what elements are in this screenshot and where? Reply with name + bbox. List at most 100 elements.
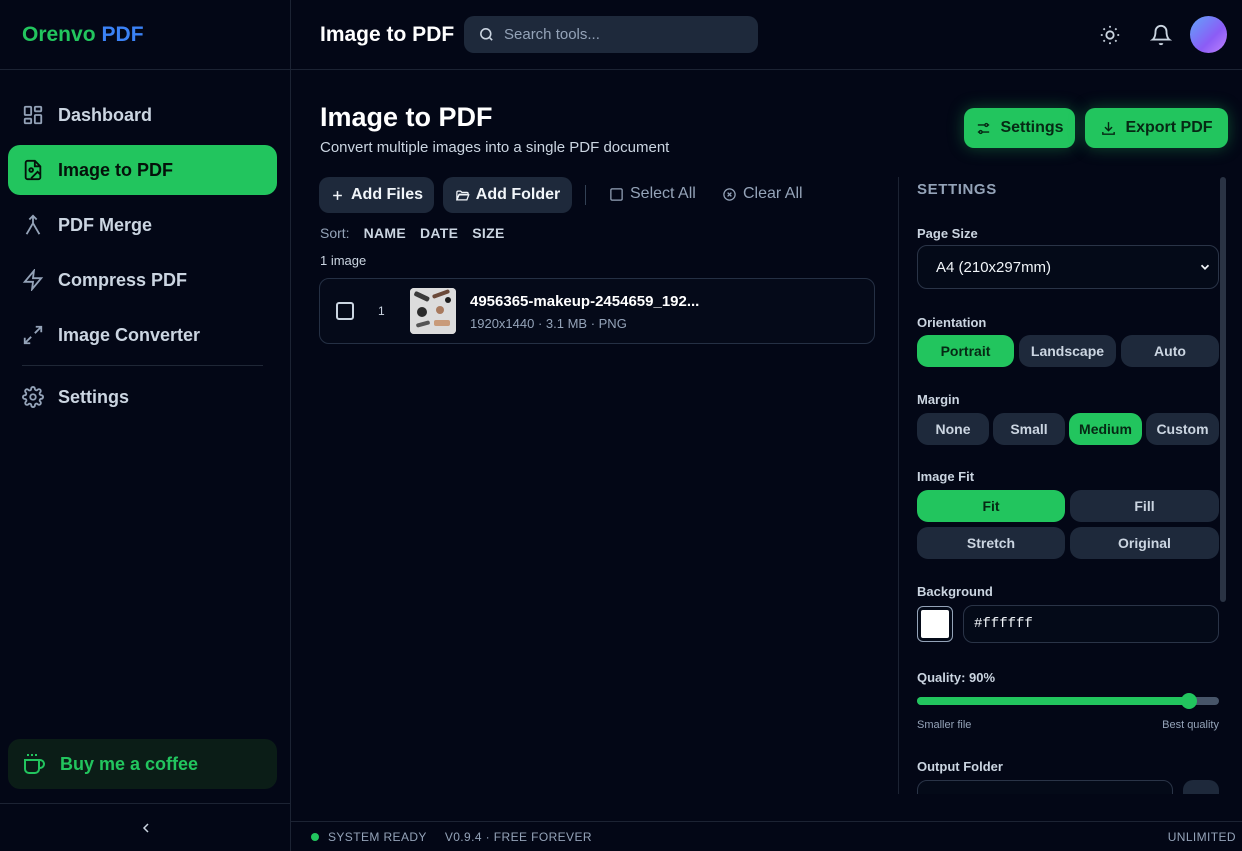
- file-checkbox[interactable]: [336, 302, 354, 320]
- bell-icon[interactable]: [1150, 24, 1172, 46]
- quality-min-caption: Smaller file: [917, 719, 972, 731]
- settings-scrollbar[interactable]: [1220, 177, 1226, 602]
- file-meta: 1920x1440 · 3.1 MB · PNG: [470, 316, 627, 331]
- sidebar: Orenvo PDF Dashboard Image to PDF PDF Me…: [0, 0, 291, 851]
- settings-button-label: Settings: [1000, 119, 1064, 136]
- logo-text-primary: Orenvo: [22, 22, 96, 46]
- status-indicator-dot: [311, 832, 319, 841]
- add-files-button[interactable]: Add Files: [319, 177, 434, 213]
- background-color-swatch[interactable]: [917, 606, 953, 642]
- page-size-label: Page Size: [917, 226, 978, 241]
- add-folder-button[interactable]: Add Folder: [443, 177, 572, 213]
- orientation-landscape[interactable]: Landscape: [1019, 335, 1116, 367]
- page-subtitle: Convert multiple images into a single PD…: [320, 139, 670, 156]
- image-count: 1 image: [320, 253, 367, 268]
- background-hex-value: #ffffff: [974, 616, 1033, 632]
- quality-slider-thumb[interactable]: [1180, 693, 1197, 709]
- sort-bar: Sort: NAME DATE SIZE: [320, 225, 505, 241]
- merge-icon: [25, 214, 41, 235]
- sort-option-date[interactable]: DATE: [420, 225, 458, 241]
- sidebar-item-label: Image Converter: [58, 324, 201, 345]
- sidebar-item-label: Dashboard: [58, 104, 153, 125]
- sidebar-item-compress-pdf[interactable]: Compress PDF: [8, 255, 277, 305]
- sidebar-item-dashboard[interactable]: Dashboard: [8, 90, 277, 140]
- dashboard-grid-icon: [23, 105, 43, 125]
- sidebar-item-label: Image to PDF: [58, 159, 174, 180]
- sidebar-item-pdf-merge[interactable]: PDF Merge: [8, 200, 277, 250]
- toolbar-divider: [585, 185, 586, 205]
- gear-icon: [22, 386, 44, 408]
- sort-option-name[interactable]: NAME: [364, 225, 406, 241]
- quality-slider-fill: [917, 697, 1189, 705]
- download-icon: [1102, 121, 1116, 135]
- add-folder-label: Add Folder: [475, 186, 561, 203]
- fit-stretch[interactable]: Stretch: [917, 527, 1065, 559]
- buy-coffee-button[interactable]: Buy me a coffee: [8, 739, 277, 789]
- quality-max-caption: Best quality: [1162, 719, 1219, 731]
- output-folder-input[interactable]: [917, 780, 1173, 794]
- close-circle-icon: [723, 187, 736, 201]
- select-all-button[interactable]: Select All: [609, 185, 696, 203]
- sidebar-divider: [22, 365, 263, 366]
- select-all-label: Select All: [630, 185, 696, 202]
- logo[interactable]: Orenvo PDF: [0, 0, 290, 70]
- browse-folder-button[interactable]: [1183, 780, 1219, 794]
- orientation-auto[interactable]: Auto: [1121, 335, 1219, 367]
- folder-open-icon: [455, 190, 470, 200]
- export-pdf-button[interactable]: Export PDF: [1085, 108, 1228, 148]
- search-input[interactable]: [504, 26, 744, 43]
- sidebar-item-image-converter[interactable]: Image Converter: [8, 310, 277, 360]
- status-bar: SYSTEM READY V0.9.4 · FREE FOREVER UNLIM…: [291, 821, 1242, 851]
- sliders-icon: [978, 122, 990, 134]
- image-fit-label: Image Fit: [917, 469, 975, 484]
- page-size-value: A4 (210x297mm): [936, 258, 1052, 276]
- coffee-cup-icon: [24, 754, 45, 774]
- header-title: Image to PDF: [320, 22, 455, 46]
- page-size-select[interactable]: A4 (210x297mm): [917, 245, 1219, 289]
- clear-all-button[interactable]: Clear All: [722, 185, 803, 203]
- orientation-label: Orientation: [917, 315, 987, 330]
- buy-coffee-label: Buy me a coffee: [60, 753, 199, 774]
- orientation-portrait[interactable]: Portrait: [917, 335, 1014, 367]
- status-plan: UNLIMITED: [1167, 829, 1236, 844]
- sidebar-item-label: PDF Merge: [58, 214, 153, 235]
- avatar[interactable]: [1190, 16, 1227, 53]
- settings-panel-title: SETTINGS: [917, 181, 997, 198]
- fit-fill[interactable]: Fill: [1070, 490, 1219, 522]
- file-list-item[interactable]: 1 4956365-makeup-2454659_192... 1920x144…: [319, 278, 875, 344]
- sidebar-item-image-to-pdf[interactable]: Image to PDF: [8, 145, 277, 195]
- chevron-left-icon[interactable]: [138, 820, 154, 836]
- sort-label: Sort:: [320, 225, 350, 241]
- sun-icon[interactable]: [1099, 24, 1121, 46]
- sidebar-nav: Dashboard Image to PDF PDF Merge Compres…: [8, 90, 277, 427]
- sidebar-item-label: Settings: [58, 386, 130, 407]
- clear-all-label: Clear All: [743, 185, 803, 202]
- margin-none[interactable]: None: [917, 413, 989, 445]
- top-header: Image to PDF: [291, 0, 1242, 70]
- settings-button[interactable]: Settings: [964, 108, 1075, 148]
- logo-text-secondary: PDF: [101, 22, 144, 46]
- file-thumbnail: [410, 288, 456, 334]
- file-name: 4956365-makeup-2454659_192...: [470, 293, 700, 310]
- sidebar-item-settings[interactable]: Settings: [8, 372, 277, 422]
- margin-medium[interactable]: Medium: [1069, 413, 1142, 445]
- fit-original[interactable]: Original: [1070, 527, 1219, 559]
- sidebar-collapse-bar: [0, 803, 291, 851]
- export-pdf-label: Export PDF: [1125, 119, 1213, 136]
- checkbox-icon: [610, 187, 623, 201]
- output-folder-label: Output Folder: [917, 759, 1003, 774]
- status-version: V0.9.4 · FREE FOREVER: [444, 829, 592, 844]
- plus-icon: [333, 190, 342, 200]
- margin-custom[interactable]: Custom: [1146, 413, 1219, 445]
- chevron-down-icon: [1200, 264, 1210, 270]
- status-ready: SYSTEM READY: [328, 829, 427, 844]
- quality-slider[interactable]: [917, 693, 1219, 709]
- settings-panel: SETTINGS Page Size A4 (210x297mm) Orient…: [898, 177, 1229, 794]
- fit-fit[interactable]: Fit: [917, 490, 1065, 522]
- sidebar-item-label: Compress PDF: [58, 269, 188, 290]
- search-box[interactable]: [464, 16, 758, 53]
- background-hex-input[interactable]: #ffffff: [963, 605, 1219, 643]
- sort-option-size[interactable]: SIZE: [472, 225, 504, 241]
- page-title: Image to PDF: [320, 102, 493, 132]
- margin-small[interactable]: Small: [993, 413, 1065, 445]
